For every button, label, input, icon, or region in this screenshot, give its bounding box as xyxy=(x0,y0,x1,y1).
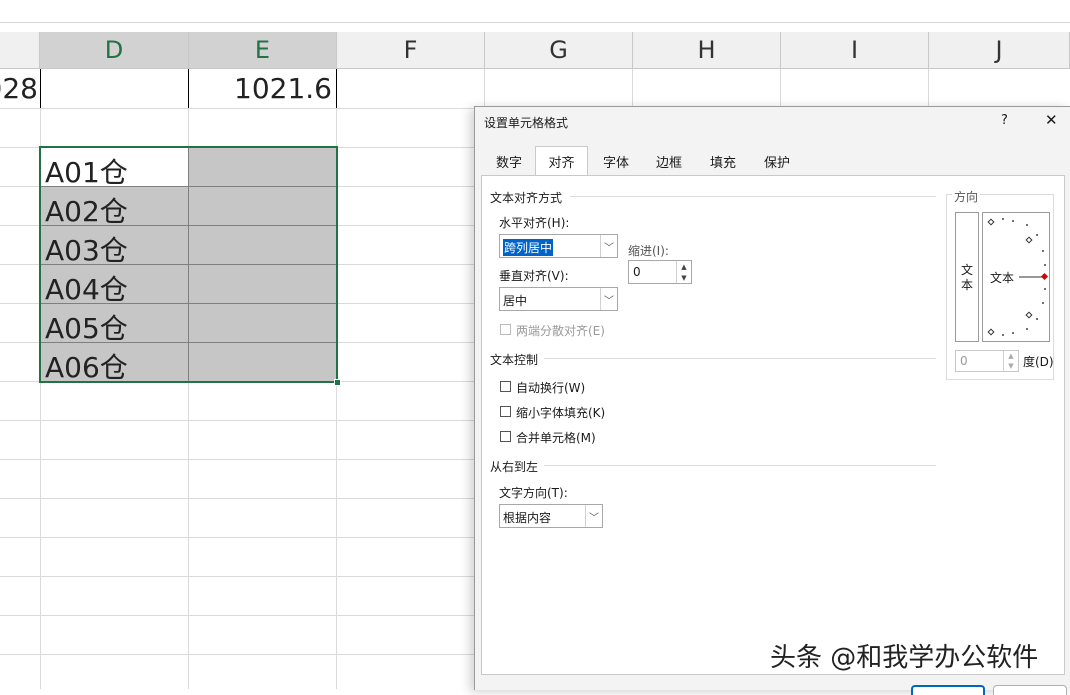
justify-distributed-label: 两端分散对齐(E) xyxy=(516,324,605,338)
column-letter: G xyxy=(549,36,568,64)
selection-border xyxy=(39,146,338,383)
column-letter: F xyxy=(403,36,418,64)
cell-c1-partial[interactable]: 028 xyxy=(0,72,38,105)
column-letter: I xyxy=(850,36,859,64)
vertical-text-label: 文本 xyxy=(961,263,974,292)
dialog-titlebar[interactable]: 设置单元格格式 ? ✕ xyxy=(475,107,1070,137)
tab-label: 数字 xyxy=(495,156,522,171)
horizontal-align-select[interactable]: 跨列居中 ﹀ xyxy=(499,234,618,258)
wrap-text-checkbox[interactable] xyxy=(500,381,511,392)
tab-font[interactable]: 字体 xyxy=(592,148,640,175)
merge-cells-checkbox[interactable] xyxy=(500,431,511,442)
dialog-title: 设置单元格格式 xyxy=(484,116,569,130)
tab-label: 保护 xyxy=(763,156,790,171)
ok-button[interactable] xyxy=(911,685,985,695)
horizontal-align-label: 水平对齐(H): xyxy=(499,216,570,230)
separator xyxy=(544,358,936,359)
tab-label: 填充 xyxy=(709,156,736,171)
column-letter: D xyxy=(104,36,124,64)
column-header-c-partial[interactable] xyxy=(0,32,40,69)
column-header-h[interactable]: H xyxy=(633,32,781,69)
column-letter: J xyxy=(995,36,1003,64)
justify-distributed-checkbox[interactable] xyxy=(500,324,511,335)
cell-border xyxy=(336,69,337,108)
vertical-align-value: 居中 xyxy=(503,294,528,308)
vertical-align-select[interactable]: 居中 ﹀ xyxy=(499,287,618,311)
cell-e1[interactable]: 1021.6 xyxy=(190,72,332,105)
chevron-down-icon[interactable]: ﹀ xyxy=(585,505,602,527)
indent-spinner[interactable]: 0 ▲ ▼ xyxy=(628,260,692,284)
alignment-panel: 文本对齐方式 水平对齐(H): 跨列居中 ﹀ 缩进(I): 0 ▲ ▼ 垂直对齐… xyxy=(481,175,1065,675)
fill-handle[interactable] xyxy=(334,379,341,386)
cell-value: 028 xyxy=(0,72,38,105)
degrees-spinner[interactable]: 0 ▲ ▼ xyxy=(955,350,1019,372)
indent-label: 缩进(I): xyxy=(628,244,669,258)
column-letter: H xyxy=(697,36,716,64)
wrap-text-label: 自动换行(W) xyxy=(516,381,586,395)
horizontal-align-value: 跨列居中 xyxy=(503,239,554,256)
separator xyxy=(544,465,936,466)
tab-label: 边框 xyxy=(655,156,682,171)
cell-value: 1021.6 xyxy=(234,72,332,105)
text-direction-value: 根据内容 xyxy=(503,511,552,525)
tab-protection[interactable]: 保护 xyxy=(753,148,801,175)
close-button[interactable]: ✕ xyxy=(1045,111,1058,129)
spin-down-icon[interactable]: ▼ xyxy=(1004,361,1018,371)
column-letter: E xyxy=(254,36,271,64)
horizontal-text-label: 文本 xyxy=(990,271,1015,285)
vertical-text-box[interactable]: 文本 xyxy=(955,212,979,342)
indent-value: 0 xyxy=(633,265,641,279)
spin-up-icon[interactable]: ▲ xyxy=(677,261,691,272)
column-header-i[interactable]: I xyxy=(781,32,929,69)
tab-border[interactable]: 边框 xyxy=(645,148,693,175)
chevron-down-icon[interactable]: ﹀ xyxy=(600,288,617,310)
text-direction-label: 文字方向(T): xyxy=(499,486,568,500)
column-header-j[interactable]: J xyxy=(929,32,1070,69)
shrink-to-fit-label: 缩小字体填充(K) xyxy=(516,406,606,420)
tab-alignment[interactable]: 对齐 xyxy=(535,146,588,175)
cell-border xyxy=(188,69,189,108)
merge-cells-label: 合并单元格(M) xyxy=(516,431,596,445)
spin-down-icon[interactable]: ▼ xyxy=(677,272,691,283)
text-direction-select[interactable]: 根据内容 ﹀ xyxy=(499,504,603,528)
tab-fill[interactable]: 填充 xyxy=(699,148,747,175)
spin-up-icon[interactable]: ▲ xyxy=(1004,351,1018,361)
tab-number[interactable]: 数字 xyxy=(487,148,531,175)
vertical-align-label: 垂直对齐(V): xyxy=(499,269,569,283)
column-header-d[interactable]: D xyxy=(40,32,189,69)
group-text-control: 文本控制 xyxy=(490,353,539,367)
column-header-g[interactable]: G xyxy=(485,32,633,69)
degrees-value: 0 xyxy=(960,354,968,368)
spinner-buttons: ▲ ▼ xyxy=(676,261,691,283)
ribbon-edge xyxy=(0,0,1070,23)
watermark: 头条 @和我学办公软件 xyxy=(770,643,1039,673)
orientation-dial[interactable]: 文本 xyxy=(982,212,1050,342)
column-header-e[interactable]: E xyxy=(189,32,337,69)
chevron-down-icon[interactable]: ﹀ xyxy=(600,235,617,257)
group-orientation: 方向 xyxy=(952,188,981,205)
tab-label: 对齐 xyxy=(548,155,575,171)
tab-label: 字体 xyxy=(602,156,629,171)
help-button[interactable]: ? xyxy=(1001,113,1008,128)
cancel-button[interactable] xyxy=(993,685,1067,695)
cell-border xyxy=(40,69,41,108)
degrees-label: 度(D) xyxy=(1023,355,1054,369)
spinner-buttons: ▲ ▼ xyxy=(1003,351,1018,371)
format-cells-dialog: 设置单元格格式 ? ✕ 数字 对齐 字体 边框 填充 保护 文本对齐方式 水平对… xyxy=(474,106,1070,695)
group-right-to-left: 从右到左 xyxy=(490,460,539,474)
separator xyxy=(570,196,936,197)
group-text-alignment: 文本对齐方式 xyxy=(490,191,563,205)
shrink-to-fit-checkbox[interactable] xyxy=(500,406,511,417)
column-header-f[interactable]: F xyxy=(337,32,485,69)
